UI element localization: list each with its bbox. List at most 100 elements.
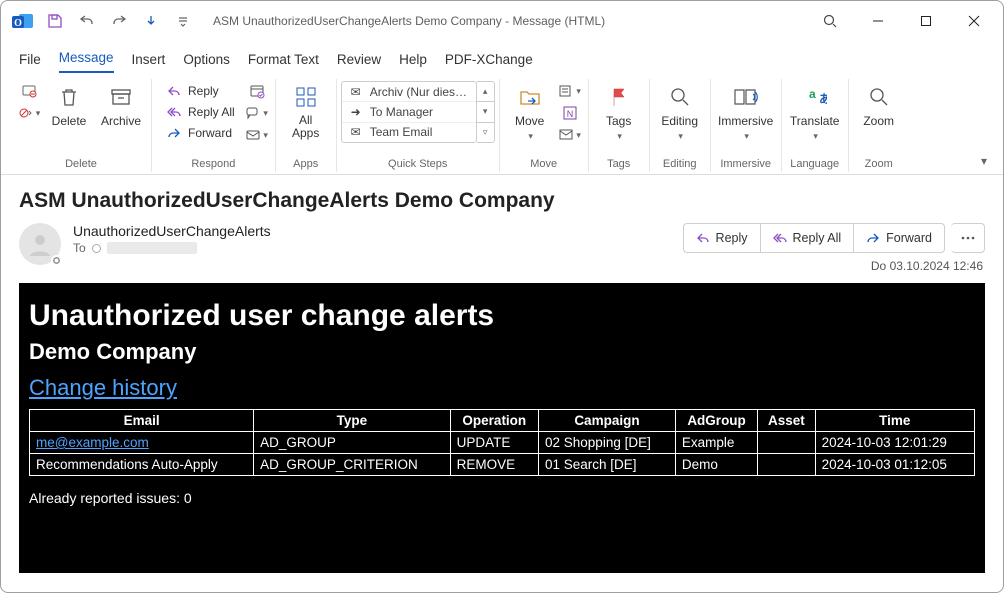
qs-item-team-email[interactable]: ✉Team Email xyxy=(342,123,476,142)
tab-format-text[interactable]: Format Text xyxy=(248,52,319,73)
qs-scroll-down-icon[interactable]: ▾ xyxy=(477,102,494,122)
zoom-icon xyxy=(865,83,893,111)
ribbon-tabs: File Message Insert Options Format Text … xyxy=(1,41,1003,73)
redo-icon[interactable] xyxy=(105,7,133,35)
qs-item-archive[interactable]: ✉Archiv (Nur dies… xyxy=(342,82,476,102)
message-body[interactable]: Unauthorized user change alerts Demo Com… xyxy=(19,283,985,573)
tab-file[interactable]: File xyxy=(19,52,41,73)
group-label-quick-steps: Quick Steps xyxy=(388,156,447,172)
window-title: ASM UnauthorizedUserChangeAlerts Demo Co… xyxy=(213,14,605,28)
meeting-reply-icon[interactable] xyxy=(245,81,269,101)
translate-label: Translate xyxy=(790,114,840,128)
all-apps-button[interactable]: All Apps xyxy=(280,79,332,145)
cell-adgroup: Demo xyxy=(675,454,757,476)
zoom-button[interactable]: Zoom xyxy=(853,79,905,145)
reply-all-icon xyxy=(166,104,182,120)
immersive-button[interactable]: Immersive▾ xyxy=(715,79,777,145)
more-actions-button[interactable] xyxy=(951,223,985,253)
table-header-row: Email Type Operation Campaign AdGroup As… xyxy=(30,410,975,432)
forward-button[interactable]: Forward xyxy=(160,123,241,143)
qs-item-to-manager[interactable]: ➜To Manager xyxy=(342,102,476,122)
recipient-redacted xyxy=(107,242,197,254)
ribbon: ▾ Delete Archive Delete Reply Reply All … xyxy=(1,73,1003,175)
tab-message[interactable]: Message xyxy=(59,50,114,73)
quick-steps-scroll[interactable]: ▴ ▾ ▿ xyxy=(477,81,495,143)
undo-icon[interactable] xyxy=(73,7,101,35)
zoom-label: Zoom xyxy=(863,114,894,128)
tab-help[interactable]: Help xyxy=(399,52,427,73)
editing-button[interactable]: Editing▾ xyxy=(654,79,706,145)
body-heading-2: Demo Company xyxy=(29,339,975,365)
delete-label: Delete xyxy=(52,114,87,128)
email-link[interactable]: me@example.com xyxy=(36,435,149,450)
rules-icon[interactable]: ▾ xyxy=(558,81,582,101)
cell-campaign: 01 Search [DE] xyxy=(539,454,676,476)
col-asset: Asset xyxy=(758,410,815,432)
group-respond: Reply Reply All Forward ▾ ▾ Respond xyxy=(152,79,276,172)
down-arrow-icon[interactable] xyxy=(137,7,165,35)
tags-label: Tags xyxy=(606,114,631,128)
group-move: Move▾ ▾ N ▾ Move xyxy=(500,79,589,172)
archive-icon xyxy=(107,83,135,111)
header-forward-button[interactable]: Forward xyxy=(854,223,945,253)
trash-icon xyxy=(55,83,83,111)
group-label-delete: Delete xyxy=(65,156,97,172)
group-label-apps: Apps xyxy=(293,156,318,172)
sender-avatar[interactable] xyxy=(19,223,61,265)
customize-qat-icon[interactable] xyxy=(169,7,197,35)
minimize-button[interactable] xyxy=(855,5,901,37)
qs-scroll-up-icon[interactable]: ▴ xyxy=(477,82,494,102)
search-icon[interactable] xyxy=(807,5,853,37)
col-time: Time xyxy=(815,410,974,432)
im-reply-icon[interactable]: ▾ xyxy=(245,103,269,123)
cell-type: AD_GROUP xyxy=(254,432,450,454)
archive-button[interactable]: Archive xyxy=(95,79,147,145)
reply-button[interactable]: Reply xyxy=(160,81,241,101)
ignore-icon[interactable] xyxy=(17,81,41,101)
message-subject: ASM UnauthorizedUserChangeAlerts Demo Co… xyxy=(19,189,985,213)
tab-insert[interactable]: Insert xyxy=(132,52,166,73)
save-icon[interactable] xyxy=(41,7,69,35)
tab-review[interactable]: Review xyxy=(337,52,381,73)
col-campaign: Campaign xyxy=(539,410,676,432)
more-respond-icon[interactable]: ▾ xyxy=(245,125,269,145)
message-pane: ASM UnauthorizedUserChangeAlerts Demo Co… xyxy=(1,175,1003,594)
change-history-link[interactable]: Change history xyxy=(29,375,177,401)
team-email-icon: ✉ xyxy=(348,124,364,140)
group-label-immersive: Immersive xyxy=(720,156,771,172)
tab-options[interactable]: Options xyxy=(183,52,230,73)
tags-button[interactable]: Tags▾ xyxy=(593,79,645,145)
tab-pdf-xchange[interactable]: PDF-XChange xyxy=(445,52,533,73)
forward-icon xyxy=(166,125,182,141)
already-reported-note: Already reported issues: 0 xyxy=(29,490,975,506)
reply-all-button[interactable]: Reply All xyxy=(160,102,241,122)
archive-label: Archive xyxy=(101,114,141,128)
apps-grid-icon xyxy=(292,83,320,111)
collapse-ribbon-icon[interactable]: ▾ xyxy=(973,152,995,170)
move-button[interactable]: Move▾ xyxy=(504,79,556,145)
close-button[interactable] xyxy=(951,5,997,37)
group-delete: ▾ Delete Archive Delete xyxy=(11,79,152,172)
translate-button[interactable]: aあ Translate▾ xyxy=(786,79,844,145)
table-row: me@example.comAD_GROUPUPDATE02 Shopping … xyxy=(30,432,975,454)
group-label-tags: Tags xyxy=(607,156,630,172)
header-reply-all-button[interactable]: Reply All xyxy=(761,223,855,253)
svg-text:a: a xyxy=(809,87,816,101)
actions-icon[interactable]: ▾ xyxy=(558,125,582,145)
junk-icon[interactable]: ▾ xyxy=(17,103,41,123)
cell-asset xyxy=(758,432,815,454)
group-tags: Tags▾ Tags xyxy=(589,79,650,172)
immersive-label: Immersive xyxy=(718,114,773,128)
forward-manager-icon: ➜ xyxy=(348,104,364,120)
delete-button[interactable]: Delete xyxy=(43,79,95,145)
maximize-button[interactable] xyxy=(903,5,949,37)
presence-indicator xyxy=(51,255,62,266)
cell-adgroup: Example xyxy=(675,432,757,454)
quick-steps-gallery[interactable]: ✉Archiv (Nur dies… ➜To Manager ✉Team Ema… xyxy=(341,81,477,143)
editing-label: Editing xyxy=(661,114,698,128)
qs-expand-icon[interactable]: ▿ xyxy=(477,123,494,142)
cell-time: 2024-10-03 01:12:05 xyxy=(815,454,974,476)
onenote-icon[interactable]: N xyxy=(558,103,582,123)
col-email: Email xyxy=(30,410,254,432)
header-reply-button[interactable]: Reply xyxy=(683,223,761,253)
